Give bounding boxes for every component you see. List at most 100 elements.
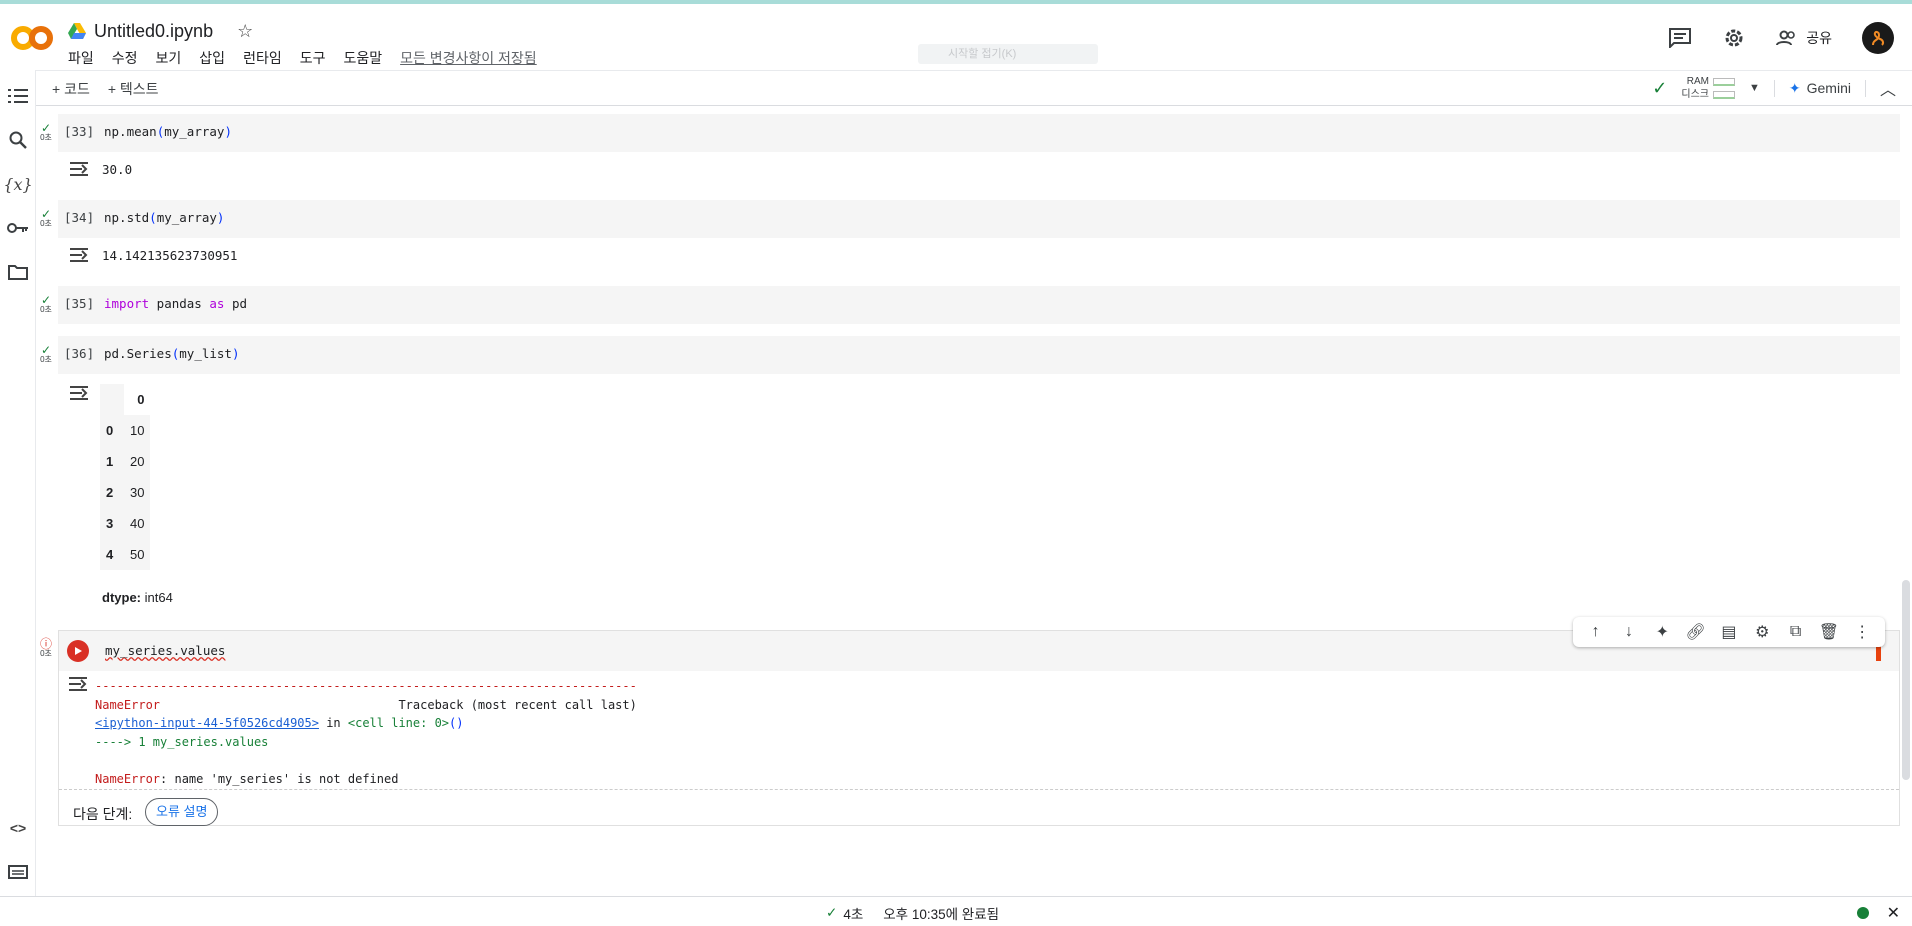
notebook-cells: ✓ 0초 [33] np.mean(my_array) 30.0 ✓ 0초 [34]… [36,106,1912,896]
folder-icon[interactable] [6,260,30,284]
check-icon: ✓ [40,293,52,307]
collapse-header-icon[interactable]: ︿ [1880,76,1896,100]
runtime-dropdown-icon[interactable]: ▼ [1749,82,1760,94]
toc-icon[interactable] [6,84,30,108]
cell-runtime: 0초 [40,219,52,228]
secrets-key-icon[interactable] [6,216,30,240]
cell-runtime: 0초 [40,133,52,142]
code-line[interactable]: import pandas as pd [104,296,247,311]
code-arg: my_array [156,210,217,225]
move-up-icon[interactable]: ↑ [1587,623,1605,641]
table-row: 1 20 [100,446,151,477]
settings-gear-icon[interactable] [1722,26,1746,50]
menu-insert[interactable]: 삽입 [199,48,225,68]
code-func: np.mean [104,124,157,139]
cell-toolbar: ↑ ↓ ✦ 🔗︎ ▤ ⚙ ⧉ 🗑︎ ⋮ [1573,617,1885,647]
menu-file[interactable]: 파일 [68,48,94,68]
traceback-header: Traceback (most recent call last) [160,697,637,712]
notebook-title[interactable]: Untitled0.ipynb [94,21,213,42]
row-value: 10 [124,415,151,446]
table-row: 2 30 [100,477,151,508]
terminal-icon[interactable] [6,860,30,884]
code-line[interactable]: pd.Series(my_list) [104,346,239,361]
star-icon[interactable]: ☆ [237,21,253,42]
code-cell[interactable]: [34] np.std(my_array) [58,200,1900,238]
trash-icon[interactable]: 🗑︎ [1819,623,1839,641]
next-steps: 다음 단계: 오류 설명 [59,789,1899,827]
table-row: 4 50 [100,539,151,570]
code-snippets-icon[interactable]: <> [6,816,30,840]
table-row: 0 10 [100,415,151,446]
search-icon[interactable] [6,128,30,152]
menu-help[interactable]: 도움말 [343,48,382,68]
scrollbar[interactable] [1902,580,1910,780]
code-line[interactable]: my_series.values [105,643,225,658]
share-button[interactable]: 공유 [1776,28,1832,48]
comment-icon[interactable] [1668,26,1692,50]
explain-error-button[interactable]: 오류 설명 [145,798,219,826]
more-vert-icon[interactable]: ⋮ [1853,623,1871,641]
link-icon[interactable]: 🔗︎ [1685,623,1705,641]
table-row: 3 40 [100,508,151,539]
check-icon: ✓ [40,343,52,357]
add-text-button[interactable]: + 텍스트 [108,79,159,99]
gemini-button[interactable]: ✦ Gemini [1773,79,1866,97]
share-label: 공유 [1806,30,1832,46]
command-search[interactable]: 시작할 접기(K) [918,44,1098,64]
comment-icon[interactable]: ▤ [1720,623,1738,641]
code-cell[interactable]: [33] np.mean(my_array) [58,114,1900,152]
code-arg: my_array [164,124,225,139]
code-line[interactable]: np.mean(my_array) [104,124,232,139]
play-icon [75,647,82,655]
connection-status-dot[interactable] [1856,907,1869,919]
disk-bar [1713,90,1735,99]
mirror-cell-icon[interactable]: ⧉ [1787,623,1805,641]
ram-bar [1713,77,1735,86]
run-cell-button[interactable] [67,640,89,662]
menu-view[interactable]: 보기 [156,48,182,68]
code-cell[interactable]: [36] pd.Series(my_list) [58,336,1900,374]
row-index: 0 [100,415,124,446]
dtype-line: dtype: int64 [102,590,173,605]
error-code-cell[interactable]: my_series.values ↑ ↓ ✦ 🔗︎ ▤ ⚙ ⧉ 🗑︎ ⋮ ---… [58,617,1900,827]
avatar[interactable] [1862,22,1894,54]
error-name: NameError [95,697,161,712]
menu-bar: 파일 수정 보기 삽입 런타임 도구 도움말 모든 변경사항이 저장됨 [68,48,537,68]
variables-icon[interactable]: {x} [3,172,32,196]
saved-status[interactable]: 모든 변경사항이 저장됨 [400,48,537,68]
error-traceback: ----------------------------------------… [95,677,637,788]
colab-logo[interactable] [10,18,54,58]
output-toggle-icon[interactable] [67,675,89,693]
paren: ( [149,210,157,225]
people-icon [1776,30,1796,46]
menu-runtime[interactable]: 런타임 [243,48,282,68]
notebook-toolbar: + 코드 + 텍스트 ✓ RAM 디스크 ▼ ✦ Gemini ︿ [36,70,1912,106]
series-table: 0 0 10 1 20 2 30 3 40 4 50 [100,384,151,570]
row-value: 50 [124,539,151,570]
ipython-input-link[interactable]: <ipython-input-44-5f0526cd4905> [95,716,319,730]
cell-runtime: 0초 [40,355,52,364]
gemini-sparkle-icon[interactable]: ✦ [1653,623,1671,641]
cell-status: ✓ 0초 [39,293,53,314]
output-toggle-icon[interactable] [68,160,90,178]
close-icon[interactable]: ✕ [1887,903,1900,923]
left-rail: {x} <> [0,70,36,896]
output-toggle-icon[interactable] [68,246,90,264]
status-check-icon: ✓ [826,905,838,920]
add-code-button[interactable]: + 코드 [52,79,90,99]
cell-status: ✓ 0초 [39,208,53,228]
keyword: import [104,296,150,311]
gear-icon[interactable]: ⚙ [1753,623,1771,641]
row-index: 3 [100,508,124,539]
code-line[interactable]: np.std(my_array) [104,210,224,225]
exec-duration: 4초 [843,907,864,922]
row-index: 4 [100,539,124,570]
dtype-value: int64 [144,590,173,605]
code-cell[interactable]: [35] import pandas as pd [58,286,1900,324]
menu-tools[interactable]: 도구 [300,48,326,68]
resource-monitor[interactable]: RAM 디스크 [1681,75,1735,101]
code-token: pd [224,296,248,311]
menu-edit[interactable]: 수정 [112,48,138,68]
move-down-icon[interactable]: ↓ [1620,623,1638,641]
row-index: 1 [100,446,124,477]
